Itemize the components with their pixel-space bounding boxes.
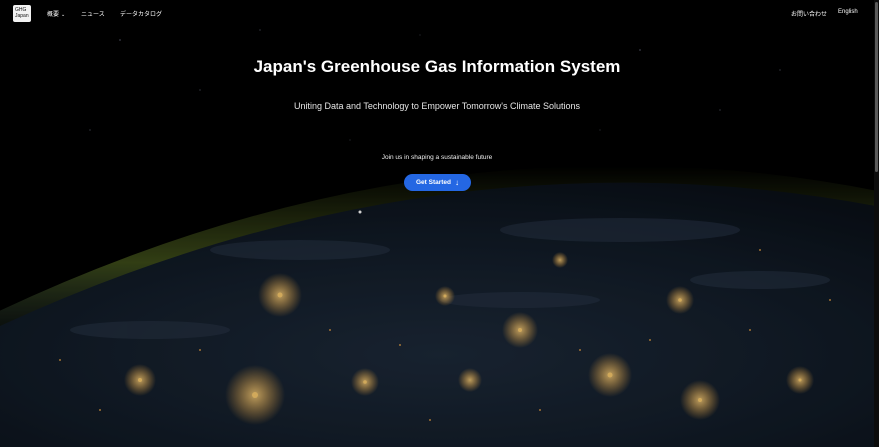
hero-subtitle: Uniting Data and Technology to Empower T… xyxy=(293,101,581,111)
nav-data-catalog[interactable]: データカタログ xyxy=(120,9,162,18)
scrollbar-thumb[interactable] xyxy=(875,2,878,172)
nav-news[interactable]: ニュース xyxy=(81,9,105,18)
nav-contact[interactable]: お問い合わせ xyxy=(791,9,827,18)
site-logo[interactable]: GHG Japan xyxy=(13,5,31,22)
language-switch[interactable]: English xyxy=(838,9,858,15)
get-started-label: Get Started xyxy=(415,179,452,186)
chevron-down-icon: ⌄ xyxy=(61,12,66,18)
nav-overview[interactable]: 概要 ⌄ xyxy=(47,9,65,18)
top-navigation: GHG Japan 概要 ⌄ ニュース データカタログ お問い合わせ Englis… xyxy=(0,0,879,30)
get-started-button[interactable]: Get Started ↓ xyxy=(404,174,471,191)
logo-line-2: Japan xyxy=(15,13,29,19)
arrow-down-icon: ↓ xyxy=(455,177,460,187)
hero-tagline: Join us in shaping a sustainable future xyxy=(381,154,493,161)
nav-overview-label: 概要 xyxy=(47,12,60,18)
page-scrollbar[interactable] xyxy=(874,0,879,447)
page-title: Japan's Greenhouse Gas Information Syste… xyxy=(253,57,621,76)
